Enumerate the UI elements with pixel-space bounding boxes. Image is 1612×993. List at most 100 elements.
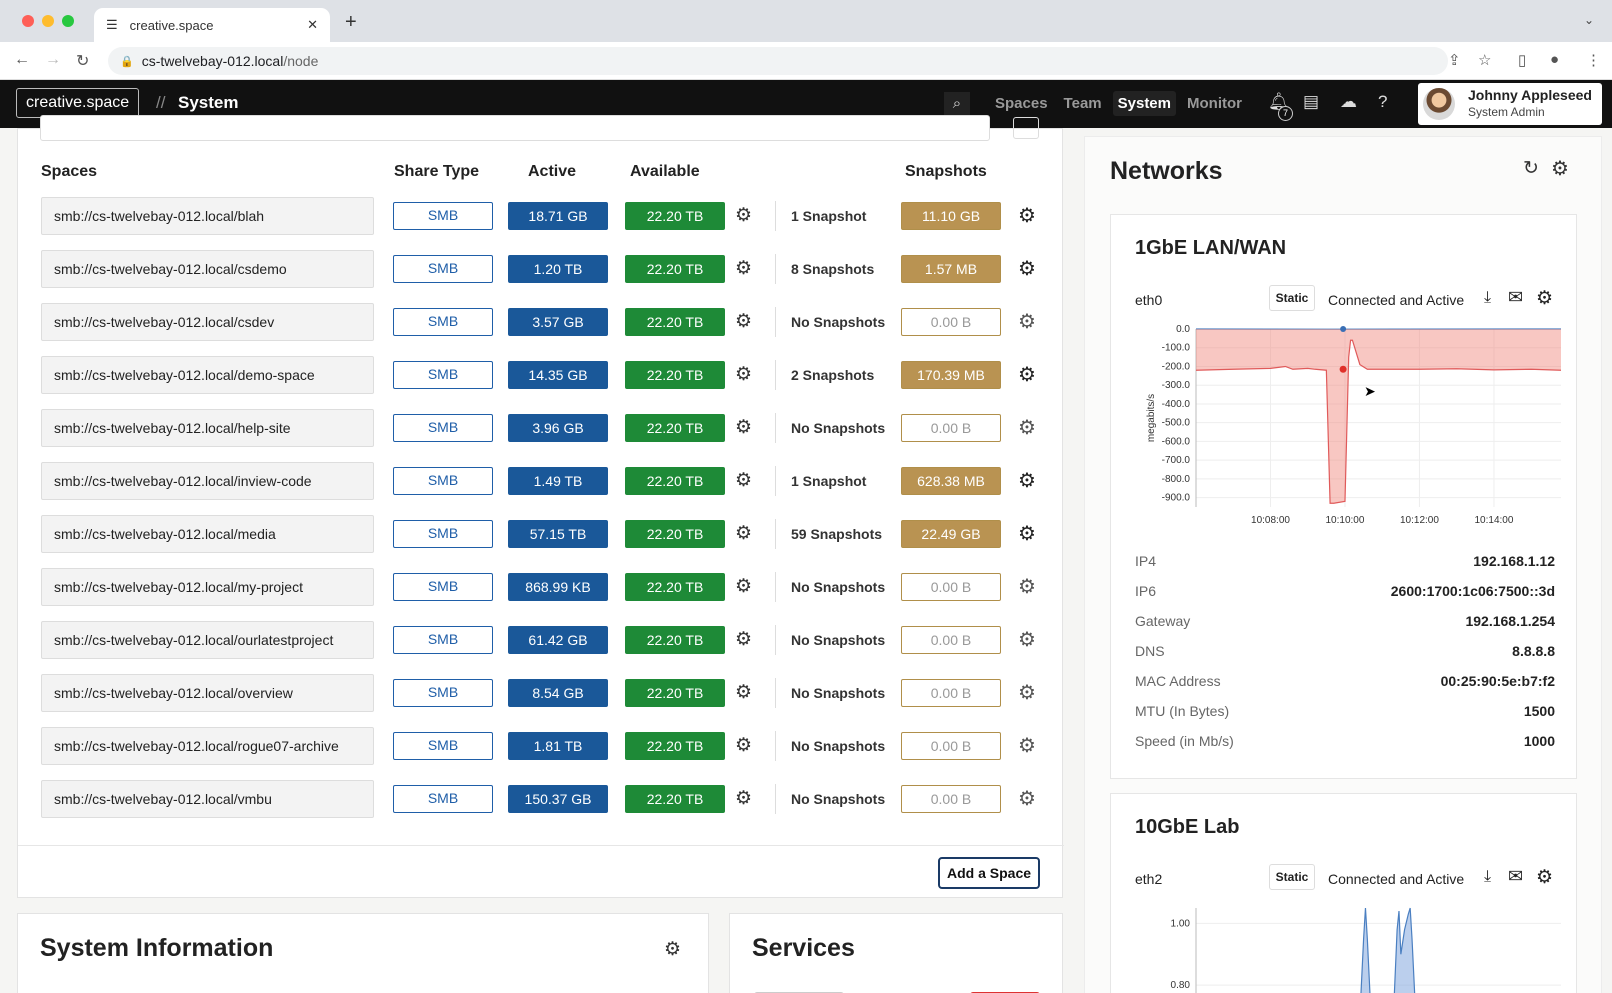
url-field[interactable]: 🔒 cs-twelvebay-012.local/node	[108, 47, 1448, 75]
header-available: Available	[630, 163, 700, 180]
close-window-button[interactable]	[22, 15, 34, 27]
space-input-partial[interactable]	[40, 115, 990, 141]
network-detail-row: Speed (in Mb/s) 1000	[1135, 733, 1555, 749]
profile-icon[interactable]: ●	[1550, 51, 1559, 68]
share-type-button[interactable]: SMB	[393, 520, 493, 548]
browser-tab[interactable]: ☰ creative.space ✕	[94, 8, 330, 42]
gear-icon[interactable]: ⚙	[735, 681, 752, 704]
space-path[interactable]: smb://cs-twelvebay-012.local/media	[41, 515, 374, 553]
brand-logo[interactable]: creative.space	[16, 88, 140, 118]
share-type-button[interactable]: SMB	[393, 785, 493, 813]
tab-menu-chevron-icon[interactable]: ⌄	[1584, 13, 1594, 27]
user-menu[interactable]: Johnny Appleseed System Admin	[1418, 83, 1602, 125]
download-icon[interactable]: ⤓	[1484, 289, 1491, 307]
space-path[interactable]: smb://cs-twelvebay-012.local/rogue07-arc…	[41, 727, 374, 765]
space-path[interactable]: smb://cs-twelvebay-012.local/blah	[41, 197, 374, 235]
new-tab-icon[interactable]: +	[345, 11, 357, 34]
gear-icon[interactable]: ⚙	[735, 787, 752, 810]
mode-badge[interactable]: Static	[1269, 285, 1315, 311]
browser-menu-icon[interactable]: ⋮	[1586, 51, 1601, 69]
detail-label: DNS	[1135, 643, 1165, 659]
gear-icon[interactable]: ⚙	[1551, 156, 1569, 181]
mail-icon[interactable]: ✉	[1508, 866, 1523, 887]
space-path[interactable]: smb://cs-twelvebay-012.local/vmbu	[41, 780, 374, 818]
space-path[interactable]: smb://cs-twelvebay-012.local/ourlatestpr…	[41, 621, 374, 659]
space-path[interactable]: smb://cs-twelvebay-012.local/my-project	[41, 568, 374, 606]
header-snapshots: Snapshots	[905, 163, 987, 180]
divider	[775, 254, 776, 284]
detail-value: 00:25:90:5e:b7:f2	[1440, 673, 1555, 689]
gear-icon[interactable]: ⚙	[735, 416, 752, 439]
gear-icon[interactable]: ⚙	[735, 575, 752, 598]
mode-badge[interactable]: Static	[1269, 864, 1315, 890]
snapshot-gear-icon[interactable]: ⚙	[1018, 468, 1036, 493]
share-type-button[interactable]: SMB	[393, 255, 493, 283]
snapshot-gear-icon[interactable]: ⚙	[1018, 362, 1036, 387]
share-icon[interactable]: ⇪	[1448, 51, 1461, 69]
forward-icon[interactable]: →	[45, 51, 61, 69]
gear-icon[interactable]: ⚙	[735, 363, 752, 386]
y-tick-label: -500.0	[1162, 418, 1191, 429]
x-tick-label: 10:10:00	[1326, 515, 1365, 526]
space-path[interactable]: smb://cs-twelvebay-012.local/demo-space	[41, 356, 374, 394]
share-type-button[interactable]: SMB	[393, 626, 493, 654]
share-type-button[interactable]: SMB	[393, 732, 493, 760]
gear-icon[interactable]: ⚙	[1536, 866, 1553, 889]
share-type-button[interactable]: SMB	[393, 414, 493, 442]
gear-icon[interactable]: ⚙	[664, 938, 681, 961]
divider	[775, 307, 776, 337]
snapshot-gear-icon[interactable]: ⚙︎	[1018, 680, 1036, 705]
minimize-window-button[interactable]	[42, 15, 54, 27]
cloud-upload-icon[interactable]: ☁	[1340, 92, 1357, 112]
active-size-badge: 3.96 GB	[508, 414, 608, 442]
gear-icon[interactable]: ⚙	[735, 522, 752, 545]
side-panel-icon[interactable]: ▯	[1518, 51, 1526, 69]
mail-icon[interactable]: ✉	[1508, 287, 1523, 308]
gear-icon[interactable]: ⚙	[735, 628, 752, 651]
share-type-button[interactable]: SMB	[393, 467, 493, 495]
share-type-button[interactable]: SMB	[393, 679, 493, 707]
gear-icon[interactable]: ⚙	[735, 204, 752, 227]
close-tab-icon[interactable]: ✕	[307, 17, 318, 33]
snapshot-gear-icon[interactable]: ⚙	[1018, 256, 1036, 281]
nav-spaces[interactable]: Spaces	[990, 91, 1053, 116]
table-row: smb://cs-twelvebay-012.local/rogue07-arc…	[18, 727, 1064, 767]
share-type-button[interactable]: SMB	[393, 573, 493, 601]
gear-icon[interactable]: ⚙	[735, 734, 752, 757]
gear-icon[interactable]: ⚙	[735, 257, 752, 280]
nav-team[interactable]: Team	[1059, 91, 1107, 116]
space-path[interactable]: smb://cs-twelvebay-012.local/csdev	[41, 303, 374, 341]
window-controls[interactable]	[22, 15, 74, 27]
space-path[interactable]: smb://cs-twelvebay-012.local/inview-code	[41, 462, 374, 500]
storage-icon[interactable]: ▤	[1303, 92, 1319, 112]
snapshot-gear-icon[interactable]: ⚙	[1018, 521, 1036, 546]
gear-icon[interactable]: ⚙	[1536, 287, 1553, 310]
snapshot-gear-icon[interactable]: ⚙︎	[1018, 786, 1036, 811]
space-input-button-partial[interactable]	[1013, 117, 1039, 139]
reload-icon[interactable]: ↻	[76, 51, 89, 71]
zoom-window-button[interactable]	[62, 15, 74, 27]
snapshot-gear-icon[interactable]: ⚙︎	[1018, 733, 1036, 758]
search-icon[interactable]: ⌕	[944, 92, 970, 116]
share-type-button[interactable]: SMB	[393, 361, 493, 389]
snapshot-gear-icon[interactable]: ⚙︎	[1018, 627, 1036, 652]
back-icon[interactable]: ←	[14, 51, 30, 69]
snapshot-gear-icon[interactable]: ⚙︎	[1018, 574, 1036, 599]
share-type-button[interactable]: SMB	[393, 308, 493, 336]
snapshot-gear-icon[interactable]: ⚙︎	[1018, 309, 1036, 334]
refresh-icon[interactable]: ↻	[1523, 157, 1539, 180]
space-path[interactable]: smb://cs-twelvebay-012.local/csdemo	[41, 250, 374, 288]
nav-system[interactable]: System	[1112, 91, 1176, 116]
space-path[interactable]: smb://cs-twelvebay-012.local/help-site	[41, 409, 374, 447]
share-type-button[interactable]: SMB	[393, 202, 493, 230]
gear-icon[interactable]: ⚙	[735, 469, 752, 492]
snapshot-gear-icon[interactable]: ⚙	[1018, 203, 1036, 228]
add-space-button[interactable]: Add a Space	[938, 857, 1040, 889]
help-icon[interactable]: ?	[1378, 92, 1387, 112]
download-icon[interactable]: ⤓	[1484, 868, 1491, 886]
gear-icon[interactable]: ⚙	[735, 310, 752, 333]
snapshot-gear-icon[interactable]: ⚙︎	[1018, 415, 1036, 440]
bookmark-star-icon[interactable]: ☆	[1478, 51, 1491, 69]
space-path[interactable]: smb://cs-twelvebay-012.local/overview	[41, 674, 374, 712]
nav-monitor[interactable]: Monitor	[1182, 91, 1247, 116]
